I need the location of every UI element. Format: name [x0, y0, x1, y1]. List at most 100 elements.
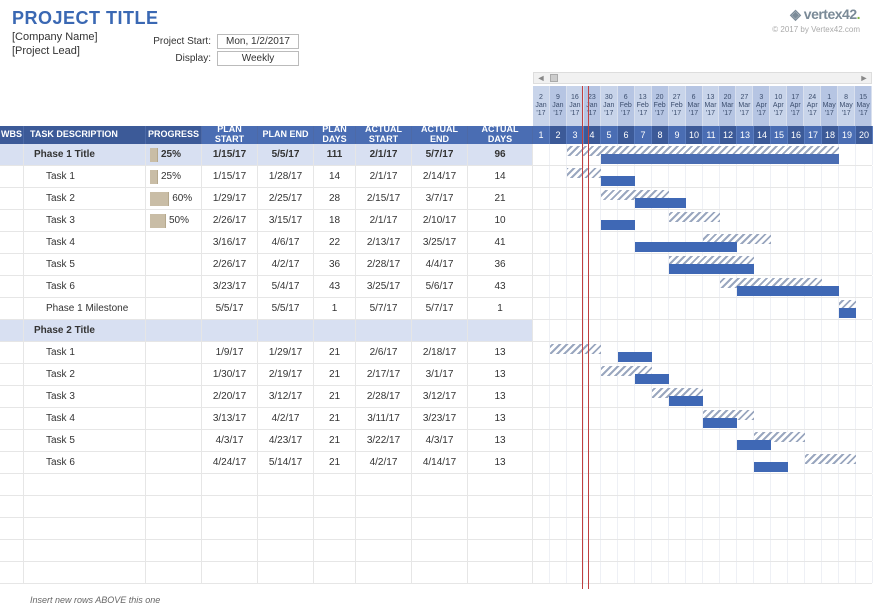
task-name-cell[interactable]: Task 2 — [24, 188, 146, 209]
plan-end-cell[interactable] — [258, 562, 314, 583]
progress-cell[interactable] — [146, 408, 202, 429]
empty-row[interactable] — [0, 496, 872, 518]
plan-start-cell[interactable]: 4/24/17 — [202, 452, 258, 473]
wbs-cell[interactable] — [0, 430, 24, 451]
actual-start-cell[interactable]: 2/1/17 — [356, 210, 412, 231]
task-row[interactable]: Task 21/30/172/19/17212/17/173/1/1713 — [0, 364, 872, 386]
plan-end-cell[interactable] — [258, 474, 314, 495]
plan-end-cell[interactable] — [258, 320, 314, 341]
plan-start-cell[interactable]: 1/30/17 — [202, 364, 258, 385]
plan-end-cell[interactable]: 2/25/17 — [258, 188, 314, 209]
wbs-cell[interactable] — [0, 232, 24, 253]
plan-start-cell[interactable] — [202, 320, 258, 341]
actual-end-cell[interactable]: 3/1/17 — [412, 364, 468, 385]
actual-end-cell[interactable] — [412, 540, 468, 561]
plan-days-cell[interactable]: 28 — [314, 188, 356, 209]
task-name-cell[interactable]: Task 6 — [24, 276, 146, 297]
plan-end-cell[interactable] — [258, 496, 314, 517]
actual-end-cell[interactable]: 3/7/17 — [412, 188, 468, 209]
progress-cell[interactable] — [146, 276, 202, 297]
actual-start-cell[interactable]: 4/2/17 — [356, 452, 412, 473]
actual-end-cell[interactable]: 3/23/17 — [412, 408, 468, 429]
plan-days-cell[interactable]: 21 — [314, 430, 356, 451]
task-row[interactable]: Task 125%1/15/171/28/17142/1/172/14/1714 — [0, 166, 872, 188]
plan-start-cell[interactable]: 1/15/17 — [202, 166, 258, 187]
task-row[interactable]: Task 43/16/174/6/17222/13/173/25/1741 — [0, 232, 872, 254]
progress-cell[interactable]: 60% — [146, 188, 202, 209]
actual-start-cell[interactable] — [356, 474, 412, 495]
actual-start-cell[interactable]: 2/17/17 — [356, 364, 412, 385]
empty-row[interactable] — [0, 540, 872, 562]
actual-days-cell[interactable]: 13 — [468, 452, 533, 473]
plan-start-cell[interactable]: 1/15/17 — [202, 144, 258, 165]
plan-days-cell[interactable]: 21 — [314, 452, 356, 473]
plan-days-cell[interactable]: 36 — [314, 254, 356, 275]
actual-end-cell[interactable]: 2/14/17 — [412, 166, 468, 187]
plan-end-cell[interactable]: 1/28/17 — [258, 166, 314, 187]
plan-days-cell[interactable] — [314, 474, 356, 495]
progress-cell[interactable] — [146, 364, 202, 385]
task-name-cell[interactable] — [24, 496, 146, 517]
task-row[interactable]: Task 63/23/175/4/17433/25/175/6/1743 — [0, 276, 872, 298]
actual-days-cell[interactable]: 41 — [468, 232, 533, 253]
actual-end-cell[interactable]: 4/3/17 — [412, 430, 468, 451]
empty-row[interactable] — [0, 518, 872, 540]
actual-end-cell[interactable]: 5/7/17 — [412, 298, 468, 319]
actual-start-cell[interactable]: 3/22/17 — [356, 430, 412, 451]
task-name-cell[interactable] — [24, 518, 146, 539]
actual-end-cell[interactable]: 2/10/17 — [412, 210, 468, 231]
plan-start-cell[interactable] — [202, 518, 258, 539]
task-row[interactable]: Task 11/9/171/29/17212/6/172/18/1713 — [0, 342, 872, 364]
task-name-cell[interactable]: Task 3 — [24, 210, 146, 231]
plan-days-cell[interactable]: 21 — [314, 364, 356, 385]
actual-days-cell[interactable]: 13 — [468, 408, 533, 429]
task-row[interactable]: Task 32/20/173/12/17212/28/173/12/1713 — [0, 386, 872, 408]
progress-cell[interactable] — [146, 232, 202, 253]
plan-end-cell[interactable] — [258, 540, 314, 561]
plan-days-cell[interactable]: 111 — [314, 144, 356, 165]
task-name-cell[interactable]: Phase 2 Title — [24, 320, 146, 341]
wbs-cell[interactable] — [0, 342, 24, 363]
wbs-cell[interactable] — [0, 540, 24, 561]
plan-start-cell[interactable]: 2/26/17 — [202, 210, 258, 231]
actual-start-cell[interactable]: 2/28/17 — [356, 386, 412, 407]
wbs-cell[interactable] — [0, 320, 24, 341]
progress-cell[interactable]: 25% — [146, 144, 202, 165]
actual-days-cell[interactable]: 1 — [468, 298, 533, 319]
actual-start-cell[interactable]: 2/6/17 — [356, 342, 412, 363]
progress-cell[interactable] — [146, 562, 202, 583]
scroll-track[interactable] — [548, 73, 857, 83]
actual-days-cell[interactable]: 43 — [468, 276, 533, 297]
plan-end-cell[interactable]: 3/15/17 — [258, 210, 314, 231]
plan-end-cell[interactable]: 4/6/17 — [258, 232, 314, 253]
task-row[interactable]: Task 43/13/174/2/17213/11/173/23/1713 — [0, 408, 872, 430]
plan-end-cell[interactable]: 3/12/17 — [258, 386, 314, 407]
progress-cell[interactable] — [146, 540, 202, 561]
actual-end-cell[interactable]: 4/4/17 — [412, 254, 468, 275]
task-name-cell[interactable]: Task 1 — [24, 166, 146, 187]
plan-end-cell[interactable]: 5/14/17 — [258, 452, 314, 473]
scroll-left-button[interactable]: ◄ — [534, 73, 548, 83]
wbs-cell[interactable] — [0, 386, 24, 407]
plan-end-cell[interactable]: 4/23/17 — [258, 430, 314, 451]
plan-start-cell[interactable]: 1/29/17 — [202, 188, 258, 209]
actual-days-cell[interactable] — [468, 518, 533, 539]
task-row[interactable]: Phase 1 Milestone5/5/175/5/1715/7/175/7/… — [0, 298, 872, 320]
plan-days-cell[interactable]: 21 — [314, 386, 356, 407]
actual-days-cell[interactable]: 13 — [468, 342, 533, 363]
phase-row[interactable]: Phase 1 Title25%1/15/175/5/171112/1/175/… — [0, 144, 872, 166]
plan-start-cell[interactable] — [202, 562, 258, 583]
actual-start-cell[interactable] — [356, 562, 412, 583]
scroll-thumb[interactable] — [550, 74, 558, 82]
wbs-cell[interactable] — [0, 166, 24, 187]
wbs-cell[interactable] — [0, 276, 24, 297]
wbs-cell[interactable] — [0, 496, 24, 517]
actual-start-cell[interactable] — [356, 496, 412, 517]
actual-end-cell[interactable]: 3/25/17 — [412, 232, 468, 253]
plan-end-cell[interactable]: 1/29/17 — [258, 342, 314, 363]
progress-cell[interactable] — [146, 320, 202, 341]
task-row[interactable]: Task 260%1/29/172/25/17282/15/173/7/1721 — [0, 188, 872, 210]
plan-start-cell[interactable]: 5/5/17 — [202, 298, 258, 319]
actual-end-cell[interactable] — [412, 496, 468, 517]
empty-row[interactable] — [0, 474, 872, 496]
